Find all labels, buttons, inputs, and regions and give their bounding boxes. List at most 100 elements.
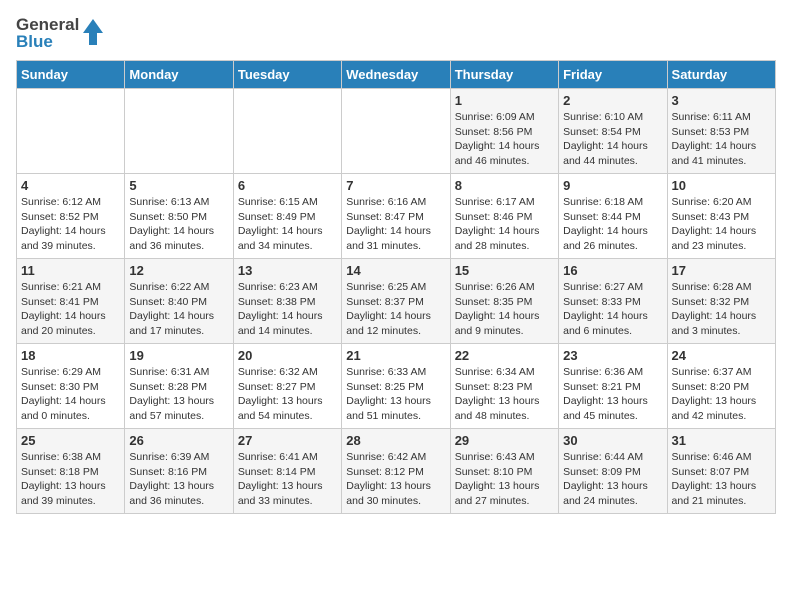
weekday-header: Wednesday [342, 61, 450, 89]
day-number: 13 [238, 263, 337, 278]
calendar-cell: 15 Sunrise: 6:26 AM Sunset: 8:35 PM Dayli… [450, 259, 558, 344]
calendar-cell: 13 Sunrise: 6:23 AM Sunset: 8:38 PM Dayli… [233, 259, 341, 344]
day-number: 14 [346, 263, 445, 278]
day-info: Sunrise: 6:42 AM Sunset: 8:12 PM Dayligh… [346, 450, 445, 509]
calendar-cell: 23 Sunrise: 6:36 AM Sunset: 8:21 PM Dayli… [559, 344, 667, 429]
calendar-week-row: 11 Sunrise: 6:21 AM Sunset: 8:41 PM Dayli… [17, 259, 776, 344]
day-number: 15 [455, 263, 554, 278]
day-number: 16 [563, 263, 662, 278]
weekday-header: Sunday [17, 61, 125, 89]
day-number: 17 [672, 263, 771, 278]
calendar-cell: 17 Sunrise: 6:28 AM Sunset: 8:32 PM Dayli… [667, 259, 775, 344]
day-number: 31 [672, 433, 771, 448]
calendar-cell [17, 89, 125, 174]
calendar-cell: 26 Sunrise: 6:39 AM Sunset: 8:16 PM Dayli… [125, 429, 233, 514]
day-info: Sunrise: 6:23 AM Sunset: 8:38 PM Dayligh… [238, 280, 337, 339]
day-number: 20 [238, 348, 337, 363]
day-info: Sunrise: 6:31 AM Sunset: 8:28 PM Dayligh… [129, 365, 228, 424]
day-info: Sunrise: 6:20 AM Sunset: 8:43 PM Dayligh… [672, 195, 771, 254]
calendar-week-row: 4 Sunrise: 6:12 AM Sunset: 8:52 PM Daylig… [17, 174, 776, 259]
calendar-cell [125, 89, 233, 174]
calendar-cell: 28 Sunrise: 6:42 AM Sunset: 8:12 PM Dayli… [342, 429, 450, 514]
day-info: Sunrise: 6:12 AM Sunset: 8:52 PM Dayligh… [21, 195, 120, 254]
day-number: 10 [672, 178, 771, 193]
day-number: 22 [455, 348, 554, 363]
calendar-cell: 8Sunrise: 6:17 AM Sunset: 8:46 PM Daylig… [450, 174, 558, 259]
day-info: Sunrise: 6:32 AM Sunset: 8:27 PM Dayligh… [238, 365, 337, 424]
calendar-table: SundayMondayTuesdayWednesdayThursdayFrid… [16, 60, 776, 514]
day-info: Sunrise: 6:34 AM Sunset: 8:23 PM Dayligh… [455, 365, 554, 424]
day-info: Sunrise: 6:27 AM Sunset: 8:33 PM Dayligh… [563, 280, 662, 339]
calendar-cell: 10 Sunrise: 6:20 AM Sunset: 8:43 PM Dayli… [667, 174, 775, 259]
calendar-cell: 25 Sunrise: 6:38 AM Sunset: 8:18 PM Dayli… [17, 429, 125, 514]
day-number: 3 [672, 93, 771, 108]
calendar-cell: 24 Sunrise: 6:37 AM Sunset: 8:20 PM Dayli… [667, 344, 775, 429]
day-info: Sunrise: 6:33 AM Sunset: 8:25 PM Dayligh… [346, 365, 445, 424]
day-number: 21 [346, 348, 445, 363]
calendar-cell: 22 Sunrise: 6:34 AM Sunset: 8:23 PM Dayli… [450, 344, 558, 429]
day-info: Sunrise: 6:25 AM Sunset: 8:37 PM Dayligh… [346, 280, 445, 339]
day-number: 28 [346, 433, 445, 448]
day-number: 6 [238, 178, 337, 193]
day-number: 9 [563, 178, 662, 193]
calendar-cell: 6 Sunrise: 6:15 AM Sunset: 8:49 PM Daylig… [233, 174, 341, 259]
calendar-cell: 4 Sunrise: 6:12 AM Sunset: 8:52 PM Daylig… [17, 174, 125, 259]
calendar-cell: 30Sunrise: 6:44 AM Sunset: 8:09 PM Dayli… [559, 429, 667, 514]
calendar-cell [233, 89, 341, 174]
day-number: 5 [129, 178, 228, 193]
day-number: 27 [238, 433, 337, 448]
day-info: Sunrise: 6:39 AM Sunset: 8:16 PM Dayligh… [129, 450, 228, 509]
day-info: Sunrise: 6:13 AM Sunset: 8:50 PM Dayligh… [129, 195, 228, 254]
day-info: Sunrise: 6:10 AM Sunset: 8:54 PM Dayligh… [563, 110, 662, 169]
day-number: 18 [21, 348, 120, 363]
day-info: Sunrise: 6:36 AM Sunset: 8:21 PM Dayligh… [563, 365, 662, 424]
day-number: 11 [21, 263, 120, 278]
logo-bird-icon [81, 17, 105, 49]
day-info: Sunrise: 6:43 AM Sunset: 8:10 PM Dayligh… [455, 450, 554, 509]
calendar-cell [342, 89, 450, 174]
day-info: Sunrise: 6:18 AM Sunset: 8:44 PM Dayligh… [563, 195, 662, 254]
calendar-cell: 11 Sunrise: 6:21 AM Sunset: 8:41 PM Dayli… [17, 259, 125, 344]
calendar-cell: 27 Sunrise: 6:41 AM Sunset: 8:14 PM Dayli… [233, 429, 341, 514]
day-info: Sunrise: 6:21 AM Sunset: 8:41 PM Dayligh… [21, 280, 120, 339]
calendar-cell: 20 Sunrise: 6:32 AM Sunset: 8:27 PM Dayli… [233, 344, 341, 429]
calendar-cell: 16 Sunrise: 6:27 AM Sunset: 8:33 PM Dayli… [559, 259, 667, 344]
day-info: Sunrise: 6:41 AM Sunset: 8:14 PM Dayligh… [238, 450, 337, 509]
calendar-cell: 3Sunrise: 6:11 AM Sunset: 8:53 PM Daylig… [667, 89, 775, 174]
day-info: Sunrise: 6:37 AM Sunset: 8:20 PM Dayligh… [672, 365, 771, 424]
day-info: Sunrise: 6:29 AM Sunset: 8:30 PM Dayligh… [21, 365, 120, 424]
day-info: Sunrise: 6:44 AM Sunset: 8:09 PM Dayligh… [563, 450, 662, 509]
calendar-cell: 21 Sunrise: 6:33 AM Sunset: 8:25 PM Dayli… [342, 344, 450, 429]
calendar-cell: 2 Sunrise: 6:10 AM Sunset: 8:54 PM Daylig… [559, 89, 667, 174]
weekday-header: Tuesday [233, 61, 341, 89]
calendar-cell: 5 Sunrise: 6:13 AM Sunset: 8:50 PM Daylig… [125, 174, 233, 259]
day-number: 26 [129, 433, 228, 448]
day-number: 23 [563, 348, 662, 363]
day-number: 2 [563, 93, 662, 108]
calendar-cell: 9 Sunrise: 6:18 AM Sunset: 8:44 PM Daylig… [559, 174, 667, 259]
calendar-cell: 7 Sunrise: 6:16 AM Sunset: 8:47 PM Daylig… [342, 174, 450, 259]
day-number: 25 [21, 433, 120, 448]
logo: General Blue [16, 16, 105, 50]
day-info: Sunrise: 6:46 AM Sunset: 8:07 PM Dayligh… [672, 450, 771, 509]
calendar-cell: 18 Sunrise: 6:29 AM Sunset: 8:30 PM Dayli… [17, 344, 125, 429]
day-info: Sunrise: 6:15 AM Sunset: 8:49 PM Dayligh… [238, 195, 337, 254]
day-info: Sunrise: 6:09 AM Sunset: 8:56 PM Dayligh… [455, 110, 554, 169]
weekday-header: Thursday [450, 61, 558, 89]
calendar-week-row: 18 Sunrise: 6:29 AM Sunset: 8:30 PM Dayli… [17, 344, 776, 429]
day-info: Sunrise: 6:38 AM Sunset: 8:18 PM Dayligh… [21, 450, 120, 509]
day-info: Sunrise: 6:16 AM Sunset: 8:47 PM Dayligh… [346, 195, 445, 254]
calendar-cell: 1Sunrise: 6:09 AM Sunset: 8:56 PM Daylig… [450, 89, 558, 174]
day-info: Sunrise: 6:26 AM Sunset: 8:35 PM Dayligh… [455, 280, 554, 339]
day-info: Sunrise: 6:28 AM Sunset: 8:32 PM Dayligh… [672, 280, 771, 339]
calendar-cell: 31 Sunrise: 6:46 AM Sunset: 8:07 PM Dayli… [667, 429, 775, 514]
day-number: 4 [21, 178, 120, 193]
day-number: 24 [672, 348, 771, 363]
calendar-week-row: 25 Sunrise: 6:38 AM Sunset: 8:18 PM Dayli… [17, 429, 776, 514]
calendar-week-row: 1Sunrise: 6:09 AM Sunset: 8:56 PM Daylig… [17, 89, 776, 174]
day-number: 7 [346, 178, 445, 193]
weekday-header: Friday [559, 61, 667, 89]
calendar-cell: 19Sunrise: 6:31 AM Sunset: 8:28 PM Dayli… [125, 344, 233, 429]
weekday-header: Monday [125, 61, 233, 89]
day-number: 29 [455, 433, 554, 448]
